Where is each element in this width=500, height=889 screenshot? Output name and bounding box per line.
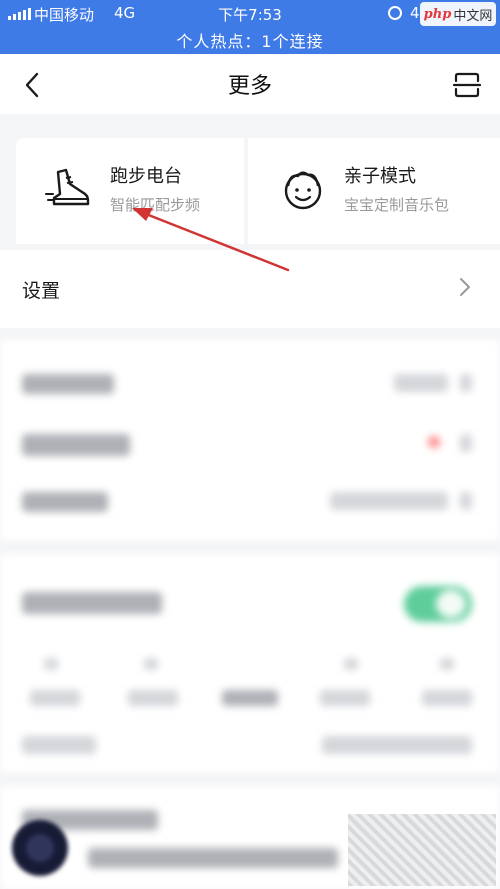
blurred-text <box>222 690 278 706</box>
php-logo: php 中文网 <box>420 2 496 26</box>
blurred-text <box>22 736 96 754</box>
blurred-text <box>22 434 130 456</box>
blurred-text <box>394 374 448 392</box>
blurred-text <box>422 690 472 706</box>
blurred-chevron <box>460 374 472 392</box>
running-radio-title: 跑步电台 <box>110 166 182 187</box>
kids-mode-card[interactable]: 亲子模式 宝宝定制音乐包 <box>248 138 500 244</box>
blurred-content <box>0 340 500 889</box>
nav-bar: 更多 <box>0 54 500 114</box>
status-row: 中国移动 4G 下午7:53 4 php 中文网 <box>0 0 500 28</box>
blurred-text <box>88 848 338 868</box>
blurred-marker <box>440 658 454 670</box>
blurred-marker <box>344 658 358 670</box>
php-logo-suffix: 中文网 <box>453 8 493 24</box>
running-radio-subtitle: 智能匹配步频 <box>110 196 201 214</box>
chevron-right-icon <box>460 278 470 296</box>
blurred-marker <box>144 658 158 670</box>
kids-mode-title: 亲子模式 <box>344 166 416 187</box>
blurred-chevron <box>460 434 472 452</box>
blurred-marker <box>44 658 58 670</box>
badge-dot <box>428 436 440 448</box>
alarm-icon <box>388 6 402 20</box>
page-title: 更多 <box>227 74 272 99</box>
php-logo-brand: php <box>423 6 452 22</box>
settings-label: 设置 <box>22 280 61 302</box>
status-bar: 中国移动 4G 下午7:53 4 php 中文网 个人热点：1个连接 <box>0 0 500 54</box>
scan-icon[interactable] <box>452 70 482 100</box>
running-shoe-icon <box>45 168 90 206</box>
blurred-text <box>22 374 114 394</box>
kids-mode-subtitle: 宝宝定制音乐包 <box>344 196 450 214</box>
blurred-text <box>30 690 80 706</box>
battery-label: 4 <box>410 4 420 22</box>
blurred-text <box>330 492 448 510</box>
blurred-text <box>22 492 108 512</box>
blurred-settings-area <box>0 340 500 889</box>
settings-row[interactable]: 设置 <box>0 250 500 328</box>
blurred-text <box>128 690 178 706</box>
watermark <box>348 814 496 886</box>
running-radio-card[interactable]: 跑步电台 智能匹配步频 <box>16 138 244 244</box>
blurred-text <box>322 736 472 754</box>
avatar <box>12 820 68 876</box>
blurred-text <box>22 592 162 614</box>
blurred-text <box>320 690 370 706</box>
hotspot-banner[interactable]: 个人热点：1个连接 <box>0 28 500 52</box>
blurred-chevron <box>460 492 472 510</box>
toggle-knob <box>436 590 466 618</box>
baby-face-icon <box>284 171 322 210</box>
